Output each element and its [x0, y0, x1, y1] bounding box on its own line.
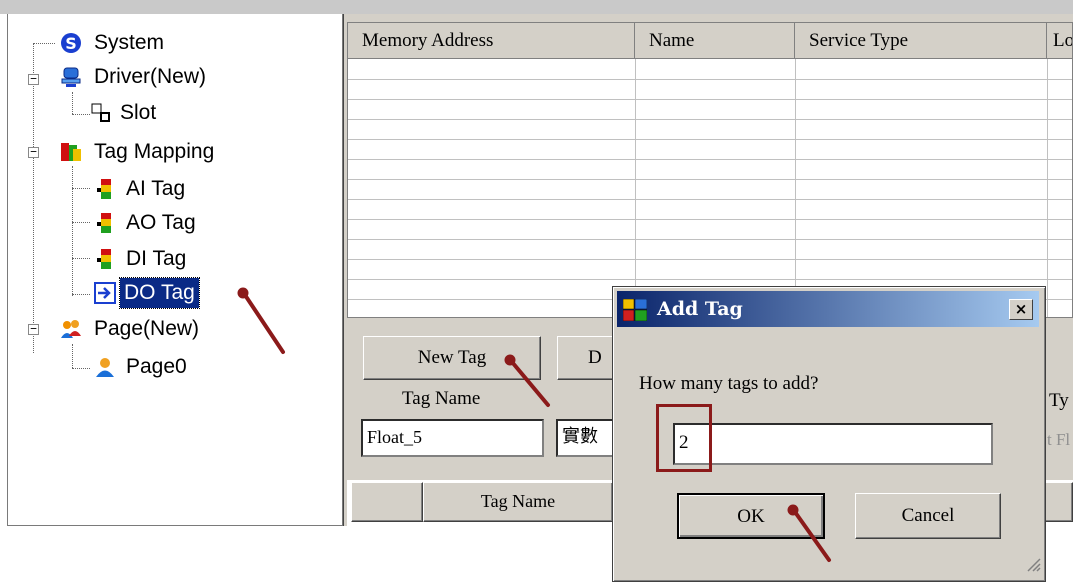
annotation-arrow-dot [787, 504, 799, 516]
annotation-arrow-ok [793, 510, 831, 562]
annotation-arrow-dot [237, 287, 249, 299]
annotation-arrow-dot [504, 354, 516, 366]
annotation-arrow-do-tag [243, 293, 285, 354]
annotation-arrow-new-tag [510, 360, 550, 407]
annotation-arrows [237, 287, 831, 562]
